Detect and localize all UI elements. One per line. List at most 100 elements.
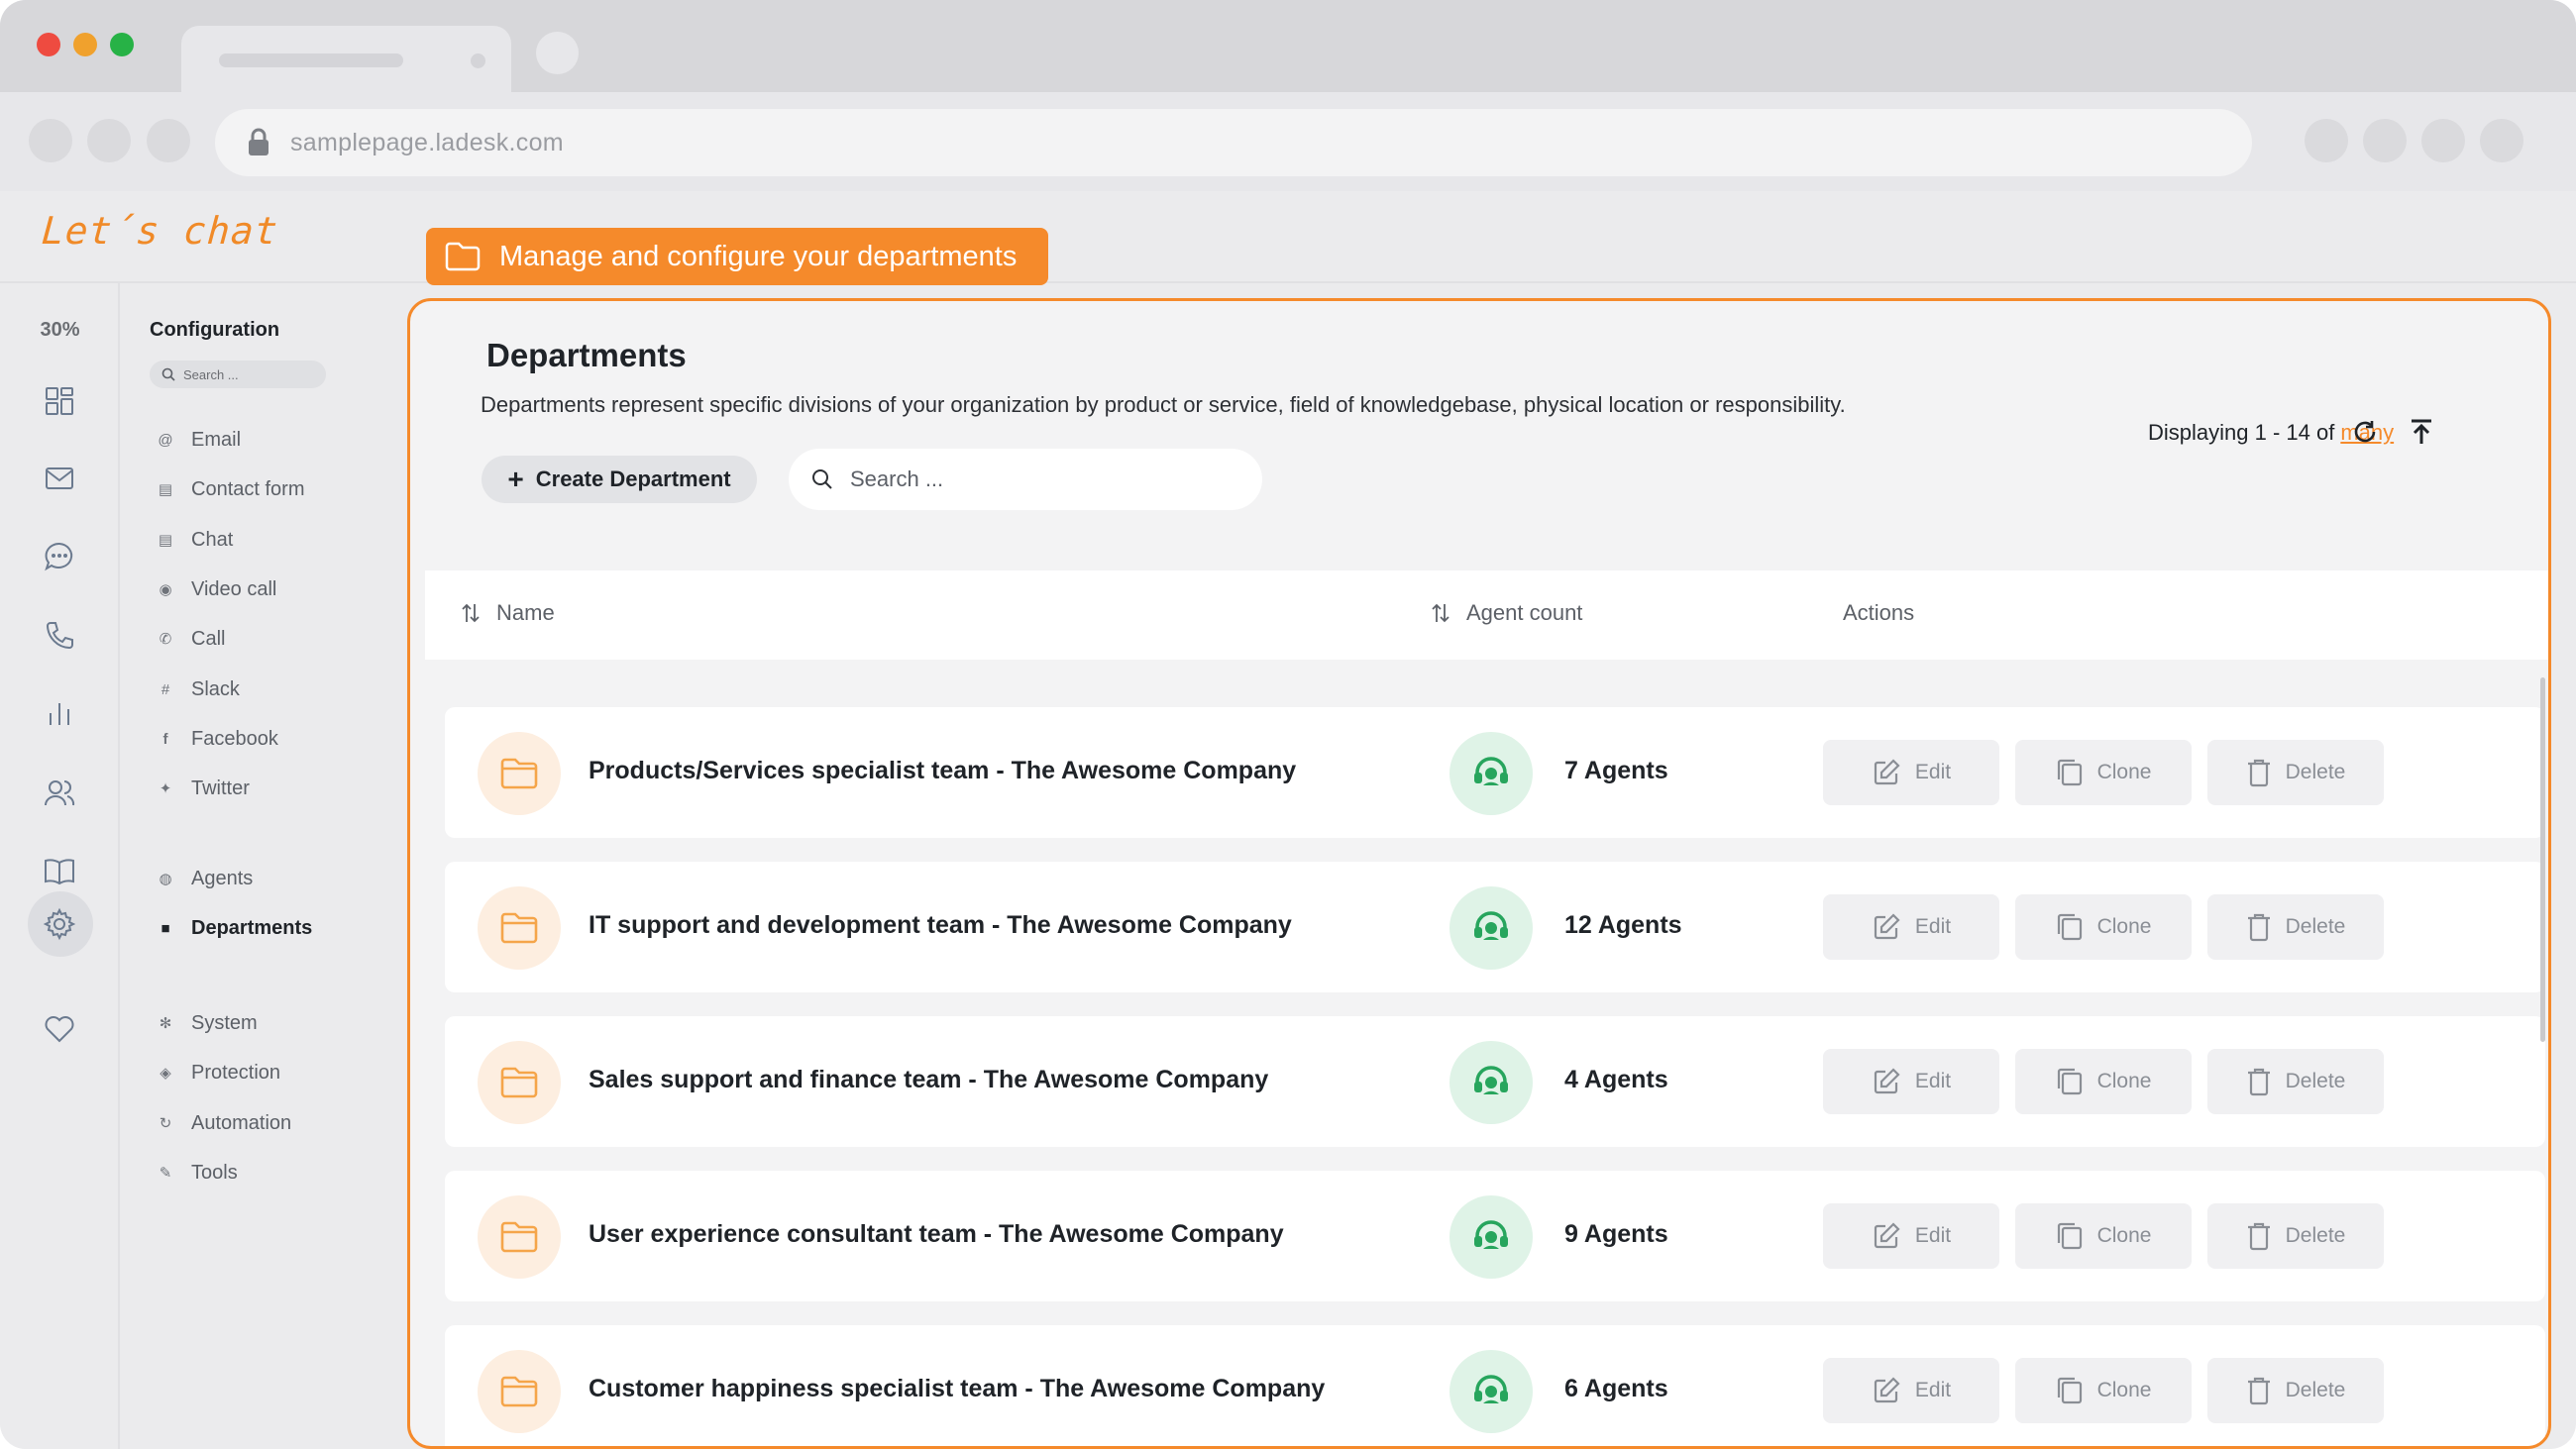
tab-title-placeholder	[219, 53, 403, 67]
table-header: Name Agent count Actions	[425, 570, 2548, 660]
menu-item-label: Contact form	[191, 477, 305, 500]
menu-item-tools[interactable]: ✎ Tools	[158, 1158, 238, 1188]
back-button[interactable]	[29, 119, 72, 162]
refresh-icon[interactable]	[2347, 414, 2383, 450]
reports-icon[interactable]	[38, 692, 81, 736]
menu-item-protection[interactable]: ◈ Protection	[158, 1058, 280, 1087]
maximize-window-button[interactable]	[110, 33, 134, 56]
edit-label: Edit	[1914, 1070, 1952, 1092]
menu-item-video-call[interactable]: ◉ Video call	[158, 574, 276, 604]
delete-button[interactable]: Delete	[2207, 740, 2384, 805]
delete-button[interactable]: Delete	[2207, 894, 2384, 960]
department-search-input[interactable]: Search ...	[789, 449, 1262, 510]
edit-button[interactable]: Edit	[1823, 1358, 1999, 1423]
agent-headset-icon	[1449, 886, 1533, 970]
chat-icon[interactable]	[38, 535, 81, 578]
clone-button[interactable]: Clone	[2015, 1049, 2192, 1114]
clone-icon	[2057, 1068, 2082, 1095]
lock-icon	[249, 128, 268, 155]
clone-button[interactable]: Clone	[2015, 1203, 2192, 1269]
url-field[interactable]: samplepage.ladesk.com	[215, 109, 2252, 176]
clone-icon	[2057, 759, 2082, 786]
department-name: User experience consultant team - The Aw…	[589, 1220, 1284, 1248]
at-icon: @	[158, 431, 173, 449]
form-icon: ▤	[158, 481, 173, 498]
delete-label: Delete	[2285, 1224, 2346, 1247]
extension-button-1[interactable]	[2305, 119, 2348, 162]
menu-item-email[interactable]: @ Email	[158, 425, 241, 455]
menu-item-label: Email	[191, 428, 242, 451]
edit-icon	[1874, 1377, 1900, 1403]
menu-item-label: Twitter	[191, 776, 250, 799]
url-text: samplepage.ladesk.com	[290, 128, 564, 156]
minimize-window-button[interactable]	[73, 33, 97, 56]
menu-item-system[interactable]: ✻ System	[158, 1008, 258, 1038]
clone-button[interactable]: Clone	[2015, 1358, 2192, 1423]
edit-button[interactable]: Edit	[1823, 1203, 1999, 1269]
customers-icon[interactable]	[38, 772, 81, 815]
mail-icon[interactable]	[38, 457, 81, 500]
department-row[interactable]: Sales support and finance team - The Awe…	[445, 1016, 2545, 1147]
tab-bar	[0, 0, 2576, 92]
column-actions: Actions	[1843, 600, 1914, 626]
phone-icon: ✆	[159, 631, 172, 648]
page-title: Departments	[486, 337, 687, 373]
department-row[interactable]: IT support and development team - The Aw…	[445, 862, 2545, 992]
delete-button[interactable]: Delete	[2207, 1203, 2384, 1269]
forward-button[interactable]	[87, 119, 131, 162]
reload-button[interactable]	[147, 119, 190, 162]
menu-item-call[interactable]: ✆ Call	[158, 624, 226, 654]
extension-button-2[interactable]	[2363, 119, 2407, 162]
menu-item-automation[interactable]: ↻ Automation	[158, 1108, 291, 1138]
menu-item-label: Protection	[191, 1061, 281, 1084]
menu-item-twitter[interactable]: ✦ Twitter	[158, 774, 250, 803]
department-row[interactable]: Customer happiness specialist team - The…	[445, 1325, 2545, 1446]
edit-button[interactable]: Edit	[1823, 894, 1999, 960]
menu-item-departments[interactable]: ■ Departments	[158, 913, 312, 943]
menu-item-agents[interactable]: ◍ Agents	[158, 864, 253, 893]
department-row[interactable]: User experience consultant team - The Aw…	[445, 1171, 2545, 1301]
browser-window: samplepage.ladesk.com Let´s chat Manage …	[0, 0, 2576, 1449]
delete-button[interactable]: Delete	[2207, 1358, 2384, 1423]
menu-item-facebook[interactable]: f Facebook	[158, 724, 278, 754]
settings-icon[interactable]	[38, 902, 81, 946]
menu-item-contact-form[interactable]: ▤ Contact form	[158, 474, 305, 504]
trash-icon	[2247, 1377, 2270, 1405]
delete-button[interactable]: Delete	[2207, 1049, 2384, 1114]
clone-label: Clone	[2096, 1379, 2152, 1401]
scroll-to-top-icon[interactable]	[2404, 414, 2439, 450]
create-department-label: Create Department	[535, 466, 731, 491]
new-tab-button[interactable]	[536, 32, 579, 74]
delete-label: Delete	[2285, 1379, 2346, 1401]
browser-tab[interactable]	[181, 26, 511, 92]
search-icon	[812, 469, 832, 489]
column-name[interactable]: Name	[461, 600, 555, 626]
agent-headset-icon	[1449, 1195, 1533, 1279]
menu-item-chat[interactable]: ▤ Chat	[158, 525, 233, 555]
heart-icon[interactable]	[38, 1008, 81, 1052]
menu-item-label: Automation	[191, 1111, 292, 1134]
menu-search-placeholder: Search ...	[183, 366, 239, 382]
column-agent-count[interactable]: Agent count	[1431, 600, 1582, 626]
clone-button[interactable]: Clone	[2015, 894, 2192, 960]
edit-button[interactable]: Edit	[1823, 740, 1999, 805]
edit-icon	[1874, 1222, 1900, 1249]
tab-close-icon[interactable]	[471, 53, 485, 68]
create-department-button[interactable]: + Create Department	[482, 456, 757, 503]
menu-item-label: Video call	[191, 577, 277, 600]
department-row[interactable]: Products/Services specialist team - The …	[445, 707, 2545, 838]
phone-icon[interactable]	[38, 614, 81, 658]
scrollbar[interactable]	[2540, 677, 2545, 1042]
menu-item-label: Slack	[191, 677, 240, 700]
extension-button-4[interactable]	[2480, 119, 2523, 162]
menu-item-slack[interactable]: # Slack	[158, 674, 240, 704]
extension-button-3[interactable]	[2421, 119, 2465, 162]
close-window-button[interactable]	[37, 33, 60, 56]
dashboard-icon[interactable]	[38, 379, 81, 423]
knowledgebase-icon[interactable]	[38, 850, 81, 893]
trash-icon	[2247, 1222, 2270, 1251]
icon-rail: 30%	[0, 283, 120, 1449]
menu-search-input[interactable]: Search ...	[150, 361, 326, 388]
clone-button[interactable]: Clone	[2015, 740, 2192, 805]
edit-button[interactable]: Edit	[1823, 1049, 1999, 1114]
